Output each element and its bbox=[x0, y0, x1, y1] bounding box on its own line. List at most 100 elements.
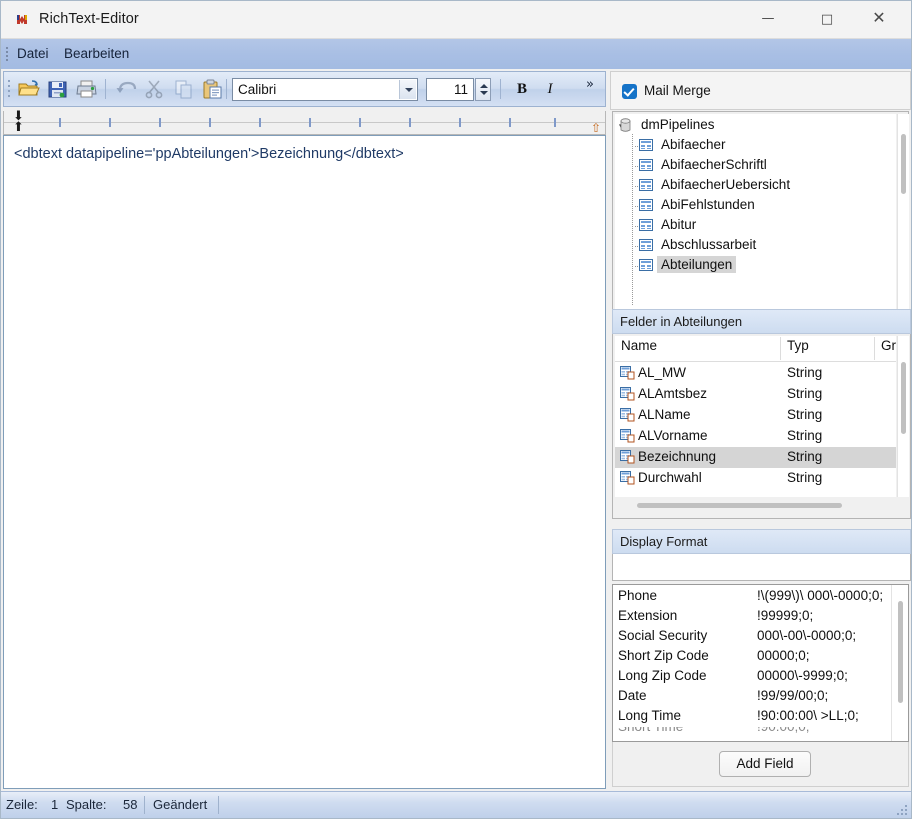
font-size-value: 11 bbox=[453, 82, 468, 97]
field-icon bbox=[620, 366, 635, 380]
open-button[interactable] bbox=[16, 77, 42, 101]
list-item[interactable]: Long Time !90:00:00\ >LL;0; bbox=[613, 707, 891, 727]
close-button[interactable]: ✕ bbox=[856, 1, 902, 38]
column-header-name[interactable]: Name bbox=[621, 338, 657, 353]
indent-up-arrow-icon[interactable]: ⬆ bbox=[13, 121, 24, 134]
table-row[interactable]: Durchwahl String bbox=[615, 468, 896, 489]
maximize-button[interactable]: □ bbox=[804, 1, 850, 38]
stepper-up-icon[interactable] bbox=[480, 84, 488, 88]
add-field-button[interactable]: Add Field bbox=[719, 751, 811, 777]
print-button[interactable] bbox=[74, 77, 100, 101]
field-icon bbox=[620, 471, 635, 485]
undo-arrow-icon bbox=[113, 77, 139, 101]
preset-scroll-thumb[interactable] bbox=[898, 601, 903, 703]
copy-icon bbox=[171, 77, 197, 101]
preset-mask: 00000\-9999;0; bbox=[757, 668, 848, 683]
list-item-partial[interactable]: Short Time !90:00;0; bbox=[613, 727, 891, 735]
preset-name: Short Zip Code bbox=[618, 648, 709, 663]
right-margin-marker-icon[interactable]: ⇧ bbox=[591, 121, 601, 135]
resize-grip[interactable] bbox=[893, 801, 907, 815]
list-item[interactable]: Long Zip Code 00000\-9999;0; bbox=[613, 667, 891, 687]
open-folder-icon bbox=[16, 77, 42, 101]
list-item[interactable]: Phone !\(999\)\ 000\-0000;0; bbox=[613, 587, 891, 607]
toolbar-overflow-button[interactable]: » bbox=[586, 77, 594, 92]
list-item[interactable]: Short Zip Code 00000;0; bbox=[613, 647, 891, 667]
fields-grid[interactable]: Name Typ Gr AL_MW String ALAmtsbez Strin… bbox=[615, 336, 896, 497]
display-format-title: Display Format bbox=[620, 534, 708, 549]
toolbar-drag-handle[interactable] bbox=[8, 80, 11, 98]
list-item[interactable]: Date !99/99/00;0; bbox=[613, 687, 891, 707]
menu-bar: Datei Bearbeiten bbox=[1, 39, 911, 69]
minimize-button[interactable]: — bbox=[745, 1, 791, 38]
display-format-input[interactable] bbox=[612, 554, 911, 581]
fields-hscroll-thumb[interactable] bbox=[637, 503, 842, 508]
column-header-typ[interactable]: Typ bbox=[787, 338, 809, 353]
tree-node-label: Abifaecher bbox=[661, 137, 726, 152]
tree-node-label: AbiFehlstunden bbox=[661, 197, 755, 212]
preset-name: Social Security bbox=[618, 628, 708, 643]
tree-node-label: dmPipelines bbox=[641, 117, 715, 132]
table-icon bbox=[639, 259, 653, 271]
clipboard-paste-icon bbox=[200, 77, 226, 101]
editor-content: <dbtext datapipeline='ppAbteilungen'>Bez… bbox=[14, 146, 404, 162]
table-icon bbox=[639, 199, 653, 211]
database-icon bbox=[619, 118, 632, 133]
modified-status: Geändert bbox=[153, 797, 208, 812]
copy-button[interactable] bbox=[171, 77, 197, 101]
table-row[interactable]: ALName String bbox=[615, 405, 896, 426]
paste-button[interactable] bbox=[200, 77, 226, 101]
mail-merge-header: Mail Merge bbox=[610, 71, 911, 110]
italic-button[interactable]: I bbox=[537, 77, 563, 101]
editor-text-area[interactable]: <dbtext datapipeline='ppAbteilungen'>Bez… bbox=[3, 135, 606, 789]
table-row-selected[interactable]: Bezeichnung String bbox=[615, 447, 896, 468]
column-header-gr[interactable]: Gr bbox=[881, 338, 896, 353]
mail-merge-checkbox[interactable] bbox=[622, 84, 637, 99]
preset-name: Long Time bbox=[618, 708, 682, 723]
preset-mask: 00000;0; bbox=[757, 648, 810, 663]
preset-name: Long Zip Code bbox=[618, 668, 707, 683]
table-row[interactable]: AL_MW String bbox=[615, 363, 896, 384]
status-divider bbox=[144, 796, 145, 814]
preset-name: Date bbox=[618, 688, 647, 703]
font-size-input[interactable]: 11 bbox=[426, 78, 474, 101]
display-format-preset-list[interactable]: Phone !\(999\)\ 000\-0000;0; Extension !… bbox=[612, 584, 909, 742]
field-name: AL_MW bbox=[638, 365, 687, 380]
menu-drag-handle[interactable] bbox=[6, 47, 9, 61]
bold-button[interactable]: B bbox=[509, 77, 535, 101]
cut-button[interactable] bbox=[142, 77, 168, 101]
preset-mask: 000\-00\-0000;0; bbox=[757, 628, 857, 643]
preset-vertical-scrollbar[interactable] bbox=[891, 585, 908, 741]
menu-item-bearbeiten[interactable]: Bearbeiten bbox=[59, 44, 134, 64]
table-row[interactable]: ALAmtsbez String bbox=[615, 384, 896, 405]
stepper-down-icon[interactable] bbox=[480, 91, 488, 95]
ruler[interactable]: ⬇ ⬆ ⇧ bbox=[3, 110, 606, 135]
table-icon bbox=[639, 139, 653, 151]
window-title: RichText-Editor bbox=[39, 11, 139, 27]
preset-mask: !\(999\)\ 000\-0000;0; bbox=[757, 588, 884, 603]
fields-scroll-thumb[interactable] bbox=[901, 362, 906, 434]
font-family-combo[interactable]: Calibri bbox=[232, 78, 418, 101]
field-type: String bbox=[787, 407, 823, 422]
fields-horizontal-scrollbar[interactable] bbox=[615, 499, 908, 513]
ruler-baseline bbox=[4, 122, 605, 123]
display-format-section: Display Format bbox=[612, 529, 911, 581]
table-icon bbox=[639, 159, 653, 171]
field-icon bbox=[620, 408, 635, 422]
fields-vertical-scrollbar[interactable] bbox=[897, 336, 909, 497]
chevron-down-icon[interactable] bbox=[399, 80, 416, 99]
close-icon: ✕ bbox=[872, 8, 886, 27]
list-item[interactable]: Extension !99999;0; bbox=[613, 607, 891, 627]
toolbar-separator-1 bbox=[105, 79, 106, 99]
tree-scroll-thumb[interactable] bbox=[901, 134, 906, 194]
table-row[interactable]: ALVorname String bbox=[615, 426, 896, 447]
undo-button[interactable] bbox=[113, 77, 139, 101]
field-icon bbox=[620, 429, 635, 443]
save-button[interactable] bbox=[45, 77, 71, 101]
table-icon bbox=[639, 219, 653, 231]
field-name: ALAmtsbez bbox=[638, 386, 708, 401]
field-type: String bbox=[787, 470, 823, 485]
list-item[interactable]: Social Security 000\-00\-0000;0; bbox=[613, 627, 891, 647]
menu-item-datei[interactable]: Datei bbox=[12, 44, 54, 64]
field-type: String bbox=[787, 365, 823, 380]
font-size-stepper[interactable] bbox=[475, 78, 491, 101]
